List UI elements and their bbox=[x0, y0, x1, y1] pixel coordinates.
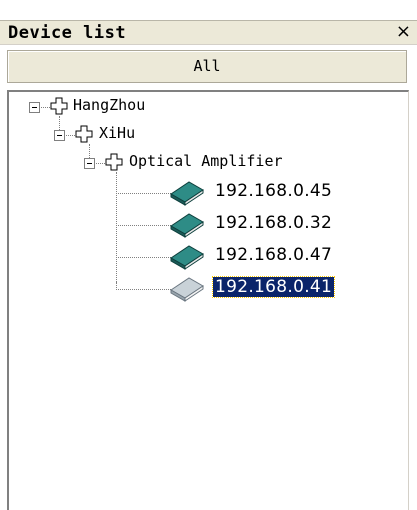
device-online-icon bbox=[170, 245, 204, 270]
panel-titlebar: Device list × bbox=[0, 20, 417, 45]
tree-connector bbox=[116, 257, 171, 258]
group-node-icon bbox=[75, 125, 93, 143]
tree-node-hangzhou[interactable]: HangZhou bbox=[73, 96, 145, 114]
tree-connector bbox=[116, 225, 171, 226]
filter-all-button[interactable]: All bbox=[7, 50, 407, 83]
group-node-icon bbox=[50, 97, 68, 115]
tree-connector bbox=[96, 163, 105, 164]
group-node-icon bbox=[105, 153, 123, 171]
filter-all-label: All bbox=[193, 57, 221, 75]
device-online-icon bbox=[170, 213, 204, 238]
device-ip-4-selected[interactable]: 192.168.0.41 bbox=[211, 276, 336, 298]
tree-connector bbox=[89, 144, 90, 158]
device-offline-icon bbox=[170, 277, 204, 302]
tree-connector bbox=[116, 282, 117, 290]
tree-node-xihu[interactable]: XiHu bbox=[99, 124, 135, 142]
device-online-icon bbox=[170, 181, 204, 206]
panel-title: Device list bbox=[8, 23, 127, 43]
tree-connector bbox=[66, 135, 75, 136]
tree-connector bbox=[59, 116, 60, 130]
tree-connector bbox=[116, 172, 117, 282]
device-tree[interactable]: HangZhou XiHu Optical Amplifier 192.168.… bbox=[7, 90, 409, 510]
tree-connector bbox=[116, 289, 171, 290]
collapse-icon-hangzhou[interactable] bbox=[29, 102, 40, 113]
tree-connector bbox=[116, 193, 171, 194]
device-ip-1[interactable]: 192.168.0.45 bbox=[215, 181, 332, 201]
tree-connector bbox=[41, 107, 50, 108]
collapse-icon-optical-amplifier[interactable] bbox=[84, 158, 95, 169]
device-ip-2[interactable]: 192.168.0.32 bbox=[215, 213, 332, 233]
device-list-panel: Device list × All HangZhou XiHu Optical … bbox=[0, 0, 417, 510]
tree-node-optical-amplifier[interactable]: Optical Amplifier bbox=[129, 152, 283, 170]
device-ip-3[interactable]: 192.168.0.47 bbox=[215, 245, 332, 265]
collapse-icon-xihu[interactable] bbox=[54, 130, 65, 141]
close-icon[interactable]: × bbox=[396, 21, 411, 42]
